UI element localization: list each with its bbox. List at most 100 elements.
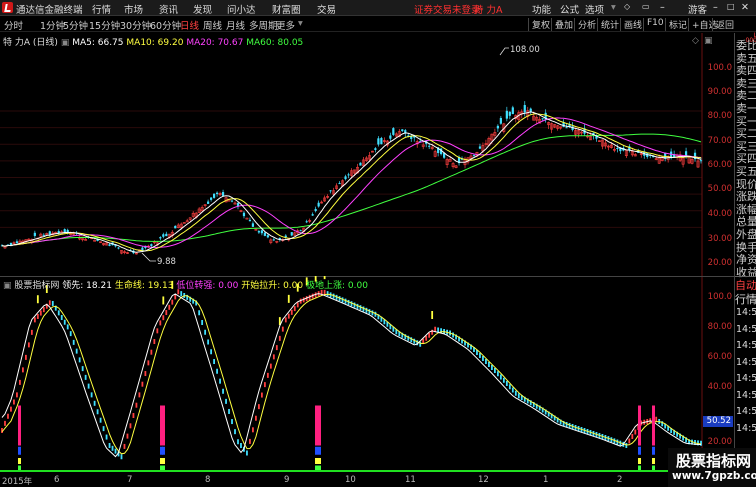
btn-biaoji[interactable]: 标记 (665, 18, 687, 31)
candle-body (311, 214, 314, 216)
period-1min[interactable]: 1分钟 (40, 18, 65, 32)
period-60min[interactable]: 60分钟 (150, 18, 181, 32)
menu-xuanxiang[interactable]: 选项 (585, 2, 604, 16)
indicator-bar (78, 357, 81, 363)
period-monthly[interactable]: 月线 (226, 18, 245, 32)
btn-diejia[interactable]: 叠加 (551, 18, 573, 31)
candle-body (230, 200, 234, 202)
candle-body (392, 128, 395, 135)
indicator-chart[interactable] (0, 276, 734, 474)
candle-body (212, 193, 216, 198)
menu-zixun[interactable]: 资讯 (159, 2, 178, 16)
signal-blue (318, 446, 321, 455)
indicator-bar (198, 310, 201, 316)
chart-settings-icon[interactable]: ◇ (692, 36, 699, 46)
menu-shichang[interactable]: 市场 (124, 2, 143, 16)
right-sidebar: L 000 委比 卖五 卖四 卖三 卖二 卖一 买一 买二 买三 买四 买五 现价 涨跌 涨幅 总量 外盘 换手净… (734, 33, 756, 487)
btn-fuquan[interactable]: 复权 (528, 18, 550, 31)
menu-bar: 通达信金融终端 行情 市场 资讯 发现 问小达 财富圈 交易 证券交易未登录 特… (0, 0, 756, 16)
sidebar-quote-label[interactable]: 行情 (735, 291, 756, 307)
indicator-bar (246, 450, 248, 456)
btn-fenxi[interactable]: 分析 (574, 18, 596, 31)
minimize-icon[interactable]: – (660, 2, 665, 13)
period-multi[interactable]: 多周期 (249, 18, 278, 32)
indicator-bar (162, 315, 165, 321)
period-15min[interactable]: 15分钟 (89, 18, 120, 32)
indicator-bar (258, 404, 260, 410)
signal-blue (315, 446, 318, 455)
kline-chart[interactable] (0, 33, 734, 276)
indicator-bar (30, 329, 33, 335)
high-price-label: 108.00 (510, 45, 540, 55)
indicator-bar (284, 317, 287, 323)
btn-tongji[interactable]: 统计 (597, 18, 619, 31)
indicator-bar (51, 300, 54, 306)
sidebar-time: 14:50 (736, 389, 756, 401)
candle-body (299, 230, 302, 232)
candle-body (15, 241, 19, 244)
signal-yellow (18, 458, 21, 464)
chart-expand-icon[interactable]: ▣ (704, 36, 713, 46)
min-window-icon[interactable]: – (713, 2, 718, 13)
indicator-toggle-icon[interactable]: ▣ (3, 281, 12, 291)
main-info-line: 特 力A (日线) ▣ MA5: 66.75 MA10: 69.20 MA20:… (3, 35, 303, 48)
date-axis-label: 9 (284, 475, 290, 485)
sidebar-time: 14:50 (736, 323, 756, 335)
close-icon[interactable]: ✕ (741, 2, 749, 13)
btn-fanhui[interactable]: 返回 (712, 18, 734, 31)
indicator-bar (255, 415, 257, 421)
candle-body (174, 225, 177, 229)
max-window-icon[interactable]: □ (727, 2, 735, 11)
period-weekly[interactable]: 周线 (203, 18, 222, 32)
menu-wenxiaoda[interactable]: 问小达 (227, 2, 256, 16)
period-30min[interactable]: 30分钟 (120, 18, 151, 32)
more-arrow-icon[interactable]: ▾ (298, 18, 303, 29)
indicator-axis-label: 100.0 (707, 292, 732, 302)
date-axis-label: 2015年 (2, 477, 33, 487)
signal-green (18, 465, 21, 471)
date-axis-label: 6 (54, 475, 60, 485)
period-fenshi[interactable]: 分时 (4, 18, 23, 32)
ma-toggle-icon[interactable]: ▣ (61, 38, 70, 48)
window-restore-icon[interactable]: ◇ (624, 2, 630, 11)
menu-caifuquan[interactable]: 财富圈 (272, 2, 301, 16)
signal-marker (18, 405, 21, 471)
guest-label[interactable]: 游客 (688, 2, 707, 16)
menu-gongneng[interactable]: 功能 (532, 2, 551, 16)
period-more[interactable]: 更多 (276, 18, 295, 32)
indicator-title[interactable]: 股票指标网 (14, 281, 59, 291)
indicator-bar (219, 378, 221, 384)
indicator-bar (72, 339, 75, 345)
candle-body (329, 190, 332, 192)
menu-hangqing[interactable]: 行情 (92, 2, 111, 16)
indicator-bar-top (162, 296, 165, 305)
ind-jidishangzhang: 极地上涨: 0.00 (306, 281, 368, 291)
price-axis-label: 80.00 (707, 111, 732, 121)
btn-huaxian[interactable]: 画线 (620, 18, 642, 31)
indicator-bar (96, 409, 99, 415)
indicator-bar (165, 310, 168, 316)
login-warning[interactable]: 证券交易未登录 (414, 2, 481, 16)
candle-body (150, 244, 153, 246)
candle-body (347, 174, 350, 176)
period-daily[interactable]: 日线 (180, 18, 199, 32)
menu-gongshi[interactable]: 公式 (560, 2, 579, 16)
menu-jiaoyi[interactable]: 交易 (317, 2, 336, 16)
indicator-bar (210, 349, 213, 355)
indicator-bar (216, 368, 218, 374)
candle-body (272, 239, 275, 241)
indicator-bar (135, 402, 138, 408)
period-5min[interactable]: 5分钟 (63, 18, 88, 32)
period-label: (日线) (32, 38, 58, 48)
indicator-bar (87, 383, 90, 389)
window-menu-icon[interactable]: ▭ (642, 2, 650, 11)
menu-faxian[interactable]: 发现 (193, 2, 212, 16)
btn-f10[interactable]: F10 (643, 18, 664, 31)
date-axis-label: 11 (405, 475, 416, 485)
sidebar-time: 14:50 (736, 307, 756, 318)
menu-arrow-icon[interactable]: ▾ (611, 2, 616, 13)
indicator-bar (213, 359, 215, 364)
indicator-bar (57, 310, 60, 316)
ind-diweizhuanqiang: 低位转强: 0.00 (176, 281, 239, 291)
indicator-bar (488, 362, 490, 367)
